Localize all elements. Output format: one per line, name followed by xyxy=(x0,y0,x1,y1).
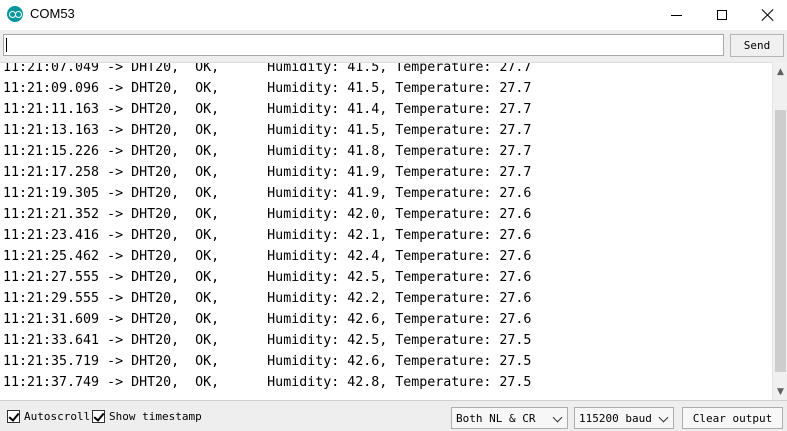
output-line: 11:21:27.555 -> DHT20, OK, Humidity: 42.… xyxy=(3,270,532,285)
title-bar: COM53 xyxy=(0,0,787,30)
output-line: 11:21:21.352 -> DHT20, OK, Humidity: 42.… xyxy=(3,207,532,222)
show-timestamp-checkbox[interactable]: Show timestamp xyxy=(92,410,202,423)
send-button[interactable]: Send xyxy=(730,34,784,57)
maximize-icon xyxy=(717,10,727,20)
baud-rate-value: 115200 baud xyxy=(579,411,652,425)
scroll-up-arrow-icon[interactable]: ▲ xyxy=(773,64,787,79)
clear-output-button[interactable]: Clear output xyxy=(682,407,783,429)
output-line: 11:21:13.163 -> DHT20, OK, Humidity: 41.… xyxy=(3,123,532,138)
output-line: 11:21:07.049 -> DHT20, OK, Humidity: 41.… xyxy=(3,62,532,75)
baud-rate-select[interactable]: 115200 baud xyxy=(574,407,674,429)
output-lines: 11:21:07.049 -> DHT20, OK, Humidity: 41.… xyxy=(3,62,532,393)
output-scrollbar[interactable]: ▲ ▼ xyxy=(772,62,787,400)
output-line: 11:21:31.609 -> DHT20, OK, Humidity: 42.… xyxy=(3,312,532,327)
text-caret xyxy=(6,38,7,52)
minimize-button[interactable] xyxy=(653,0,699,30)
output-line: 11:21:25.462 -> DHT20, OK, Humidity: 42.… xyxy=(3,249,532,264)
line-ending-select[interactable]: Both NL & CR xyxy=(451,407,568,429)
autoscroll-checkbox[interactable]: Autoscroll xyxy=(7,410,90,423)
scroll-down-arrow-icon[interactable]: ▼ xyxy=(773,384,787,399)
timestamp-check-icon[interactable] xyxy=(92,410,105,423)
line-ending-value: Both NL & CR xyxy=(456,411,536,425)
serial-output[interactable]: 11:21:07.049 -> DHT20, OK, Humidity: 41.… xyxy=(0,62,772,400)
output-line: 11:21:17.258 -> DHT20, OK, Humidity: 41.… xyxy=(3,165,532,180)
send-toolbar: Send xyxy=(0,30,787,62)
show-timestamp-label: Show timestamp xyxy=(109,410,202,423)
serial-send-input[interactable] xyxy=(3,34,724,56)
autoscroll-check-icon[interactable] xyxy=(7,410,20,423)
output-line: 11:21:33.641 -> DHT20, OK, Humidity: 42.… xyxy=(3,333,532,348)
maximize-button[interactable] xyxy=(699,0,745,30)
output-line: 11:21:19.305 -> DHT20, OK, Humidity: 41.… xyxy=(3,186,532,201)
window-title: COM53 xyxy=(30,6,75,21)
arduino-logo-icon xyxy=(7,6,23,22)
autoscroll-label: Autoscroll xyxy=(24,410,91,423)
output-line: 11:21:23.416 -> DHT20, OK, Humidity: 42.… xyxy=(3,228,532,243)
close-button[interactable] xyxy=(745,0,787,30)
chevron-down-icon xyxy=(658,412,669,423)
output-line: 11:21:09.096 -> DHT20, OK, Humidity: 41.… xyxy=(3,81,532,96)
scrollbar-thumb[interactable] xyxy=(775,110,786,372)
output-line: 11:21:15.226 -> DHT20, OK, Humidity: 41.… xyxy=(3,144,532,159)
minimize-icon xyxy=(670,14,682,16)
output-line: 11:21:11.163 -> DHT20, OK, Humidity: 41.… xyxy=(3,102,532,117)
output-line: 11:21:37.749 -> DHT20, OK, Humidity: 42.… xyxy=(3,375,532,390)
status-bar: Autoscroll Show timestamp Both NL & CR 1… xyxy=(0,400,787,431)
output-line: 11:21:29.555 -> DHT20, OK, Humidity: 42.… xyxy=(3,291,532,306)
output-line: 11:21:35.719 -> DHT20, OK, Humidity: 42.… xyxy=(3,354,532,369)
close-icon xyxy=(762,9,774,21)
chevron-down-icon xyxy=(552,412,563,423)
